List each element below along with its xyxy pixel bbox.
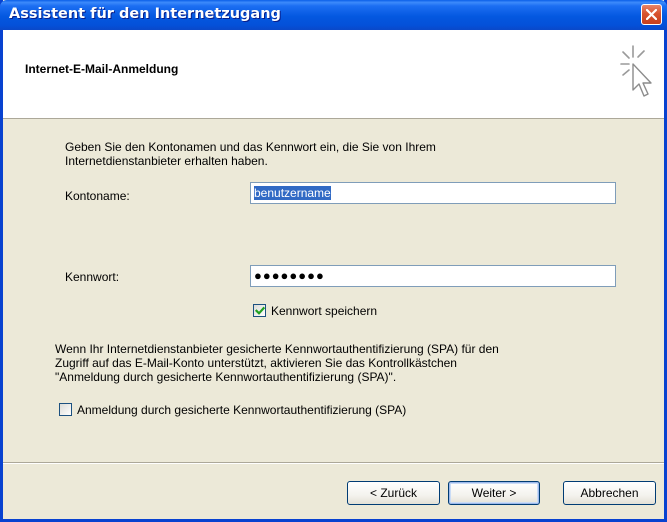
spa-line-1: Wenn Ihr Internetdienstanbieter gesicher… xyxy=(55,342,499,356)
spa-checkbox[interactable] xyxy=(59,403,72,416)
intro-line-1: Geben Sie den Kontonamen und das Kennwor… xyxy=(65,140,436,154)
password-label: Kennwort: xyxy=(65,270,120,284)
intro-text: Geben Sie den Kontonamen und das Kennwor… xyxy=(65,140,535,168)
wizard-window: Assistent für den Internetzugang Interne… xyxy=(0,0,667,522)
spa-description: Wenn Ihr Internetdienstanbieter gesicher… xyxy=(55,342,615,384)
spa-line-2: Zugriff auf das E-Mail-Konto unterstützt… xyxy=(55,356,457,370)
close-button[interactable] xyxy=(641,4,662,25)
header-panel: Internet-E-Mail-Anmeldung xyxy=(3,30,664,119)
account-name-value: benutzername xyxy=(254,186,331,200)
wizard-cursor-icon xyxy=(620,45,652,97)
back-button[interactable]: < Zurück xyxy=(347,481,440,505)
window-title: Assistent für den Internetzugang xyxy=(9,6,281,22)
password-value: ●●●●●●●● xyxy=(254,268,325,283)
cancel-button[interactable]: Abbrechen xyxy=(563,481,656,505)
password-input[interactable]: ●●●●●●●● xyxy=(250,265,616,287)
spa-line-3: "Anmeldung durch gesicherte Kennwortauth… xyxy=(55,370,397,384)
next-button[interactable]: Weiter > xyxy=(448,481,540,505)
spa-checkbox-label[interactable]: Anmeldung durch gesicherte Kennwortauthe… xyxy=(77,403,406,417)
save-password-label[interactable]: Kennwort speichern xyxy=(271,304,377,318)
title-bar[interactable]: Assistent für den Internetzugang xyxy=(0,0,667,30)
account-name-input[interactable]: benutzername xyxy=(250,182,616,204)
account-name-label: Kontoname: xyxy=(65,189,130,203)
page-title: Internet-E-Mail-Anmeldung xyxy=(25,62,179,76)
save-password-checkbox[interactable] xyxy=(253,304,266,317)
close-icon xyxy=(646,9,657,20)
checkmark-icon xyxy=(255,306,265,315)
intro-line-2: Internetdienstanbieter erhalten haben. xyxy=(65,154,268,168)
button-separator xyxy=(3,462,664,464)
